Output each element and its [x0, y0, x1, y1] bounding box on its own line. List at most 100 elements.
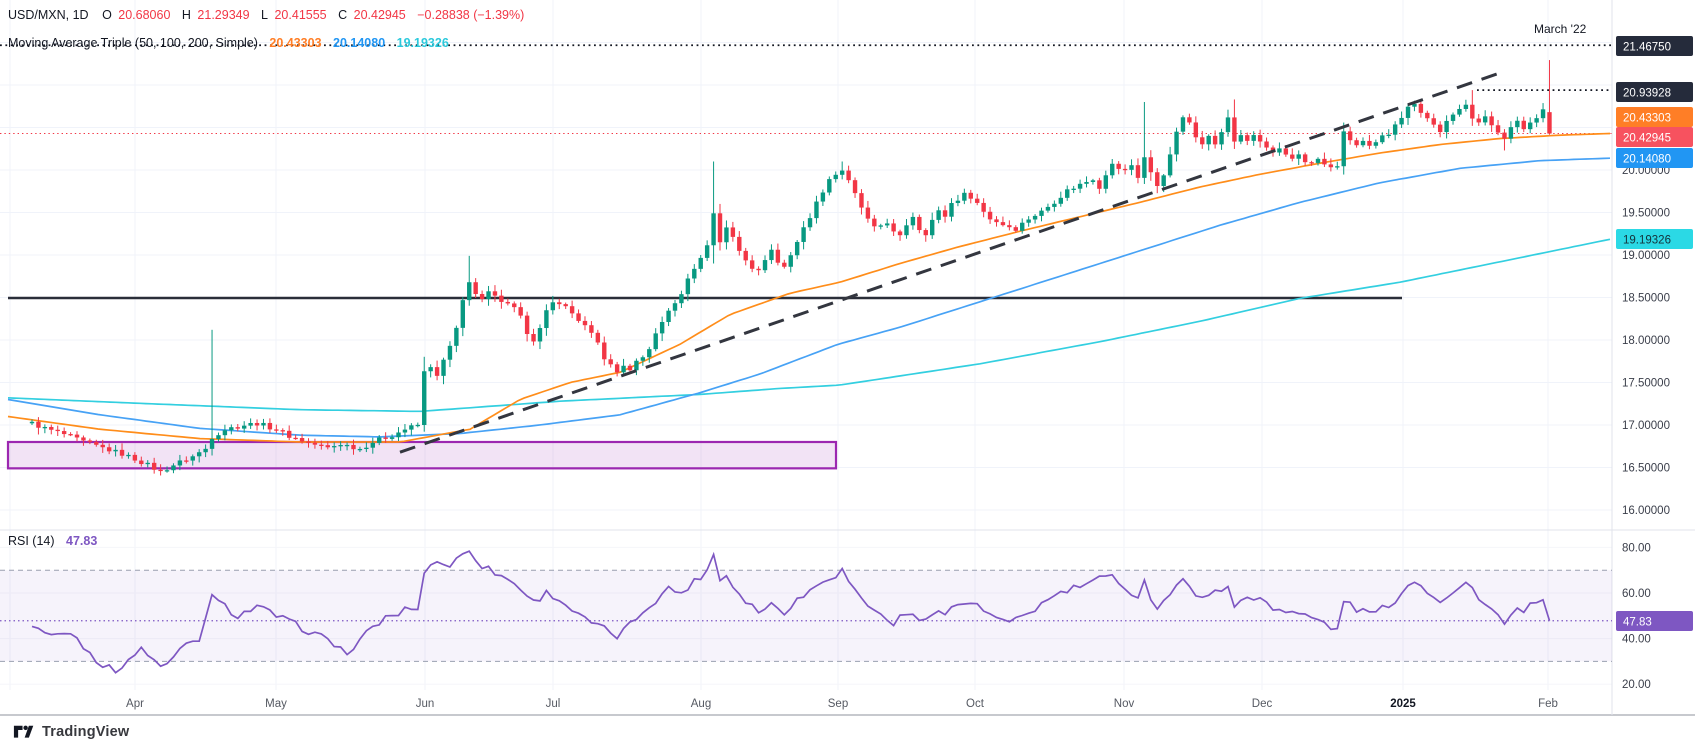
candle [1380, 135, 1384, 142]
indicator-legend-row[interactable]: Moving Average Triple (50, 100, 200, Sim… [8, 36, 452, 50]
candle [969, 193, 973, 199]
candle [1354, 140, 1358, 145]
candle [1206, 136, 1210, 144]
candle [1052, 204, 1056, 207]
rsi-legend-row[interactable]: RSI (14) 47.83 [8, 534, 100, 548]
candles-layer[interactable] [30, 60, 1552, 475]
candle [1033, 216, 1037, 220]
candle [1097, 180, 1101, 188]
high-value: 21.29349 [197, 8, 249, 22]
candle [994, 219, 998, 222]
candle [1502, 133, 1506, 139]
chart-canvas[interactable]: 20.0000019.5000019.0000018.5000018.00000… [0, 0, 1695, 752]
support-zone-box[interactable] [8, 442, 836, 468]
candle [872, 219, 876, 227]
candle [345, 445, 349, 446]
month-label: Oct [966, 698, 985, 710]
candle [814, 202, 818, 219]
candle [692, 269, 696, 279]
price-tick-label: 17.50000 [1622, 378, 1670, 390]
candle [859, 193, 863, 207]
candle [1432, 118, 1436, 124]
candle [1399, 118, 1403, 124]
candle [679, 294, 683, 303]
price-tick-label: 17.00000 [1622, 420, 1670, 432]
time-axis[interactable]: AprMayJunJulAugSepOctNovDec2025Feb [126, 698, 1558, 710]
candle [1464, 105, 1468, 109]
candle [879, 225, 883, 226]
candle [628, 366, 632, 370]
candle [1322, 159, 1326, 165]
candle [1104, 175, 1108, 188]
open-label: O [102, 8, 112, 22]
candle [1252, 135, 1256, 141]
low-value: 20.41555 [274, 8, 326, 22]
symbol-legend-row[interactable]: USD/MXN, 1D O 20.68060 H 21.29349 L 20.4… [8, 8, 527, 22]
price-tick-label: 18.50000 [1622, 293, 1670, 305]
candle [1155, 172, 1159, 186]
candle [120, 450, 124, 456]
candle [512, 303, 516, 307]
candle [789, 255, 793, 267]
candle [1419, 104, 1423, 113]
indicator-title[interactable]: Moving Average Triple (50, 100, 200, Sim… [8, 36, 258, 50]
candle [538, 328, 542, 341]
month-label: Sep [828, 698, 848, 710]
symbol-title[interactable]: USD/MXN, 1D [8, 8, 89, 22]
candle [1110, 164, 1114, 176]
candle [866, 208, 870, 219]
candle [551, 302, 555, 310]
axis-badge-label: 20.93928 [1623, 88, 1671, 100]
candle [171, 465, 175, 470]
candle [1303, 154, 1307, 162]
candle [1528, 123, 1532, 130]
rsi-value: 47.83 [66, 534, 97, 548]
candle [326, 445, 330, 447]
candle [898, 231, 902, 235]
candle [1187, 117, 1191, 122]
candle [589, 325, 593, 333]
candle [666, 311, 670, 322]
month-label: Apr [126, 698, 144, 710]
month-label: Jul [546, 698, 561, 710]
candle [1258, 135, 1262, 141]
candle [956, 201, 960, 203]
candle [178, 460, 182, 465]
candle [1342, 131, 1346, 166]
candle [1116, 164, 1120, 169]
ma50-value: 20.43303 [269, 36, 321, 50]
candle [1367, 141, 1371, 146]
candle [1168, 154, 1172, 175]
candle [416, 425, 420, 426]
candle [126, 455, 130, 456]
candle [776, 250, 780, 263]
dashed-trendline[interactable] [400, 72, 1502, 452]
candle [351, 445, 355, 449]
candle [403, 430, 407, 433]
candle [1470, 105, 1474, 119]
candle [705, 245, 709, 258]
tradingview-attribution[interactable]: TradingView [12, 720, 129, 743]
candle [641, 357, 645, 361]
candle [1014, 227, 1018, 231]
candle [454, 328, 458, 346]
rsi-title[interactable]: RSI (14) [8, 534, 55, 548]
candle [885, 223, 889, 225]
candle [1348, 131, 1352, 140]
candle [236, 427, 240, 428]
sma200-line[interactable] [8, 239, 1610, 411]
candle [36, 422, 40, 428]
candle [1361, 141, 1365, 145]
candle [287, 431, 291, 438]
candle [750, 260, 754, 268]
candle [647, 349, 651, 357]
candle [133, 455, 137, 461]
candle [203, 449, 207, 452]
candle [216, 435, 220, 439]
candle [1078, 184, 1082, 189]
candle [782, 263, 786, 267]
candle [981, 203, 985, 212]
candle [1071, 189, 1075, 190]
candle [30, 422, 34, 424]
candle [113, 450, 117, 451]
